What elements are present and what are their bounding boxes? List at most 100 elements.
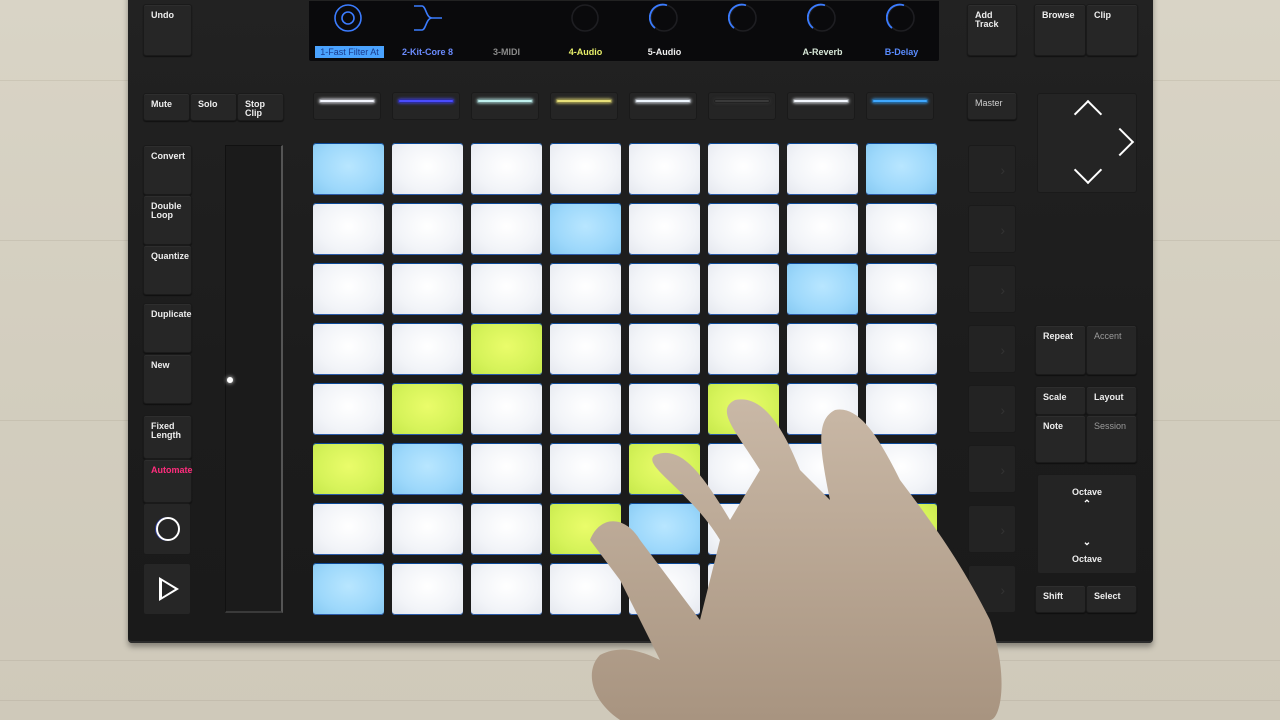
right-arrow-icon[interactable]	[1105, 127, 1135, 157]
pad-r8-c7[interactable]	[787, 563, 858, 615]
pad-r8-c1[interactable]	[313, 563, 384, 615]
pad-r6-c5[interactable]	[629, 443, 700, 495]
pad-r4-c5[interactable]	[629, 323, 700, 375]
scene-launch-button-6[interactable]: ›	[968, 445, 1016, 493]
track-select-button-4[interactable]	[550, 92, 618, 120]
scene-launch-button-4[interactable]: ›	[968, 325, 1016, 373]
double-loop-button[interactable]: Double Loop	[143, 195, 192, 245]
scene-launch-button-2[interactable]: ›	[968, 205, 1016, 253]
scene-launch-button-3[interactable]: ›	[968, 265, 1016, 313]
master-button[interactable]: Master	[967, 92, 1017, 120]
session-button[interactable]: Session	[1086, 415, 1137, 463]
select-button[interactable]: Select	[1086, 585, 1137, 613]
pad-r7-c3[interactable]	[471, 503, 542, 555]
automate-button[interactable]: Automate	[143, 459, 193, 503]
accent-button[interactable]: Accent	[1086, 325, 1137, 375]
pad-r4-c3[interactable]	[471, 323, 542, 375]
octave-down-button[interactable]: Octave	[1038, 554, 1136, 564]
pad-r2-c8[interactable]	[866, 203, 937, 255]
stop-clip-button[interactable]: Stop Clip	[237, 93, 284, 121]
convert-button[interactable]: Convert	[143, 145, 192, 195]
pad-r4-c7[interactable]	[787, 323, 858, 375]
pad-r2-c7[interactable]	[787, 203, 858, 255]
quantize-button[interactable]: Quantize	[143, 245, 192, 295]
pad-r8-c8[interactable]	[866, 563, 937, 615]
pad-r2-c6[interactable]	[708, 203, 779, 255]
pad-r2-c4[interactable]	[550, 203, 621, 255]
note-button[interactable]: Note	[1035, 415, 1086, 463]
scene-launch-button-1[interactable]: ›	[968, 145, 1016, 193]
pad-r4-c1[interactable]	[313, 323, 384, 375]
pad-r2-c1[interactable]	[313, 203, 384, 255]
pad-r1-c6[interactable]	[708, 143, 779, 195]
touch-strip[interactable]	[225, 145, 283, 613]
pad-r5-c6[interactable]	[708, 383, 779, 435]
pad-r6-c6[interactable]	[708, 443, 779, 495]
pad-r5-c7[interactable]	[787, 383, 858, 435]
pad-r6-c3[interactable]	[471, 443, 542, 495]
play-button[interactable]	[143, 563, 191, 615]
pad-r1-c1[interactable]	[313, 143, 384, 195]
track-select-button-5[interactable]	[629, 92, 697, 120]
pad-r4-c6[interactable]	[708, 323, 779, 375]
pad-r7-c5[interactable]	[629, 503, 700, 555]
down-arrow-icon[interactable]	[1073, 155, 1103, 185]
pad-r1-c4[interactable]	[550, 143, 621, 195]
scene-launch-button-5[interactable]: ›	[968, 385, 1016, 433]
pad-r8-c3[interactable]	[471, 563, 542, 615]
track-select-button-6[interactable]	[708, 92, 776, 120]
pad-r3-c6[interactable]	[708, 263, 779, 315]
duplicate-button[interactable]: Duplicate	[143, 303, 192, 353]
pad-r8-c2[interactable]	[392, 563, 463, 615]
solo-button[interactable]: Solo	[190, 93, 237, 121]
pad-r3-c7[interactable]	[787, 263, 858, 315]
pad-r7-c7[interactable]	[787, 503, 858, 555]
pad-r7-c4[interactable]	[550, 503, 621, 555]
pad-r8-c5[interactable]	[629, 563, 700, 615]
pad-r8-c4[interactable]	[550, 563, 621, 615]
track-select-button-8[interactable]	[866, 92, 934, 120]
pad-r6-c1[interactable]	[313, 443, 384, 495]
record-button[interactable]	[143, 503, 191, 555]
repeat-button[interactable]: Repeat	[1035, 325, 1086, 375]
pad-r2-c2[interactable]	[392, 203, 463, 255]
track-select-button-7[interactable]	[787, 92, 855, 120]
pad-r3-c4[interactable]	[550, 263, 621, 315]
pad-r3-c8[interactable]	[866, 263, 937, 315]
track-select-button-2[interactable]	[392, 92, 460, 120]
pad-r6-c8[interactable]	[866, 443, 937, 495]
layout-button[interactable]: Layout	[1086, 386, 1137, 415]
pad-r7-c6[interactable]	[708, 503, 779, 555]
pad-r2-c5[interactable]	[629, 203, 700, 255]
pad-r5-c4[interactable]	[550, 383, 621, 435]
scale-button[interactable]: Scale	[1035, 386, 1086, 415]
mute-button[interactable]: Mute	[143, 93, 190, 121]
pad-r1-c7[interactable]	[787, 143, 858, 195]
pad-r2-c3[interactable]	[471, 203, 542, 255]
pad-r5-c8[interactable]	[866, 383, 937, 435]
pad-r7-c8[interactable]	[866, 503, 937, 555]
pad-r1-c3[interactable]	[471, 143, 542, 195]
pad-r8-c6[interactable]	[708, 563, 779, 615]
octave-up-button[interactable]: Octave	[1038, 487, 1136, 497]
pad-r5-c5[interactable]	[629, 383, 700, 435]
track-select-button-3[interactable]	[471, 92, 539, 120]
pad-r4-c8[interactable]	[866, 323, 937, 375]
pad-r1-c5[interactable]	[629, 143, 700, 195]
pad-r1-c2[interactable]	[392, 143, 463, 195]
up-arrow-icon[interactable]	[1073, 99, 1103, 129]
fixed-length-button[interactable]: Fixed Length	[143, 415, 192, 459]
pad-r5-c1[interactable]	[313, 383, 384, 435]
pad-r7-c1[interactable]	[313, 503, 384, 555]
pad-r3-c1[interactable]	[313, 263, 384, 315]
pad-r6-c2[interactable]	[392, 443, 463, 495]
pad-r3-c5[interactable]	[629, 263, 700, 315]
new-button[interactable]: New	[143, 354, 192, 404]
clip-button[interactable]: Clip	[1086, 4, 1138, 56]
track-select-button-1[interactable]	[313, 92, 381, 120]
pad-r3-c2[interactable]	[392, 263, 463, 315]
scene-launch-button-7[interactable]: ›	[968, 505, 1016, 553]
pad-r3-c3[interactable]	[471, 263, 542, 315]
scene-launch-button-8[interactable]: ›	[968, 565, 1016, 613]
undo-button[interactable]: Undo	[143, 4, 192, 56]
